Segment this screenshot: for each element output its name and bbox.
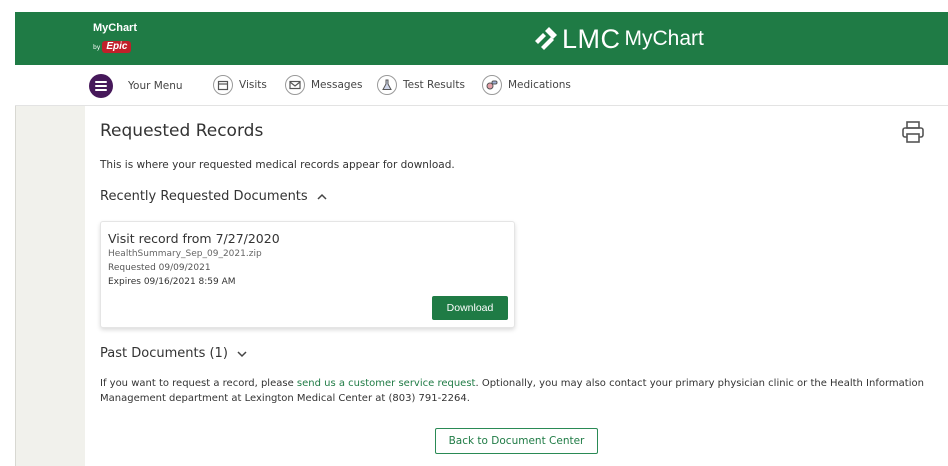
page-intro: This is where your requested medical rec… (100, 159, 455, 171)
past-documents-toggle[interactable]: Past Documents (1) (100, 346, 248, 361)
nav-visits-label: Visits (239, 79, 267, 91)
main-navigation: Your Menu Visits Messages Test Results M… (15, 65, 948, 106)
recently-requested-heading: Recently Requested Documents (100, 189, 308, 204)
print-icon[interactable] (901, 121, 925, 143)
mychart-wordmark-main: MyChart (624, 27, 704, 50)
nav-visits[interactable]: Visits (213, 74, 267, 96)
recently-requested-toggle[interactable]: Recently Requested Documents (100, 189, 328, 204)
chevron-up-icon (317, 193, 327, 200)
back-to-document-center-button[interactable]: Back to Document Center (435, 428, 598, 454)
record-requested-date: Requested 09/09/2021 (108, 263, 211, 273)
nav-messages-label: Messages (311, 79, 363, 91)
lmc-logo-mark-icon (535, 27, 557, 50)
pills-icon (482, 75, 502, 95)
lmc-mychart-logo[interactable]: LMC MyChart (531, 23, 704, 55)
epic-logo: Epic (102, 41, 132, 53)
info-text-start: If you want to request a record, please (100, 378, 297, 389)
lmc-wordmark: LMC (562, 23, 621, 54)
request-info-text: If you want to request a record, please … (100, 376, 935, 406)
page-title: Requested Records (100, 121, 264, 141)
record-card: Visit record from 7/27/2020 HealthSummar… (100, 221, 515, 328)
customer-service-request-link[interactable]: send us a customer service request (297, 378, 476, 389)
nav-test-results[interactable]: Test Results (377, 74, 465, 96)
record-expiry: Expires 09/16/2021 8:59 AM (108, 277, 236, 287)
your-menu-label[interactable]: Your Menu (128, 80, 183, 92)
nav-messages[interactable]: Messages (285, 74, 363, 96)
record-title: Visit record from 7/27/2020 (108, 231, 280, 246)
envelope-icon (285, 75, 305, 95)
nav-medications-label: Medications (508, 79, 571, 91)
mychart-by-epic-logo[interactable]: MyChart by Epic (93, 22, 153, 56)
menu-hamburger-icon[interactable] (89, 74, 113, 98)
record-filename: HealthSummary_Sep_09_2021.zip (108, 249, 262, 259)
calendar-icon (213, 75, 233, 95)
app-header: MyChart by Epic LMC MyChart (15, 12, 948, 65)
by-text: by (93, 44, 101, 51)
nav-test-results-label: Test Results (403, 79, 465, 91)
chevron-down-icon (237, 350, 247, 357)
mychart-wordmark: MyChart (93, 22, 138, 34)
main-content: Requested Records This is where your req… (85, 106, 948, 466)
nav-medications[interactable]: Medications (482, 74, 571, 96)
flask-icon (377, 75, 397, 95)
past-documents-heading: Past Documents (1) (100, 346, 228, 361)
download-button[interactable]: Download (432, 296, 508, 320)
